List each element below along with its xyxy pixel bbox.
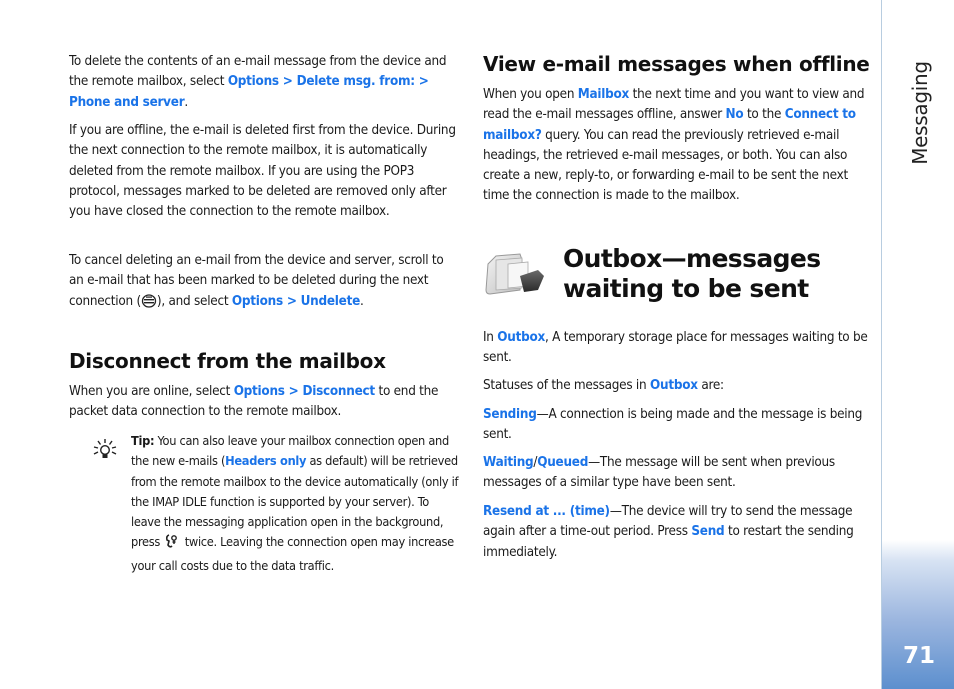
text: to the (743, 107, 785, 123)
outbox-description-paragraph: In Outbox, A temporary storage place for… (483, 328, 875, 369)
page-number: 71 (902, 643, 935, 669)
statuses-intro-paragraph: Statuses of the messages in Outbox are: (483, 376, 875, 396)
outbox-folder-icon (482, 250, 552, 300)
text: ), and select (156, 293, 232, 309)
offline-delete-paragraph: If you are offline, the e-mail is delete… (69, 123, 456, 220)
status-waiting: Waiting (483, 455, 534, 470)
menu-key-icon (163, 533, 181, 555)
heading-disconnect: Disconnect from the mailbox (69, 349, 386, 373)
outbox-link: Outbox (497, 330, 546, 345)
outbox-link: Outbox (650, 378, 698, 393)
text: When you open (483, 87, 578, 102)
status-waiting-paragraph: Waiting/Queued—The message will be sent … (483, 453, 875, 494)
tip-box: Tip: You can also leave your mailbox con… (131, 431, 461, 576)
text: When you are online, select (69, 384, 234, 399)
status-resend-at: Resend at ... (time) (483, 504, 610, 519)
lightbulb-tip-icon (90, 438, 120, 462)
chapter-title-text: Messaging (908, 61, 932, 165)
text: Statuses of the messages in (483, 378, 650, 393)
no-option: No (725, 107, 744, 123)
status-sending: Sending (483, 407, 537, 422)
menu-path-undelete: Options > Undelete (231, 293, 361, 309)
text: In (483, 330, 498, 345)
cancel-delete-paragraph: To cancel deleting an e-mail from the de… (69, 251, 461, 315)
delete-message-paragraph: To delete the contents of an e-mail mess… (69, 52, 461, 113)
status-resend-paragraph: Resend at ... (time)—The device will try… (483, 502, 875, 563)
menu-path-disconnect: Options > Disconnect (233, 384, 375, 399)
text: —A connection is being made and the mess… (483, 407, 863, 443)
tip-label: Tip: (131, 433, 155, 448)
headers-only-setting: Headers only (225, 453, 307, 469)
disconnect-paragraph: When you are online, select Options > Di… (69, 382, 461, 423)
status-queued: Queued (537, 455, 589, 470)
send-command: Send (691, 524, 725, 540)
offline-view-paragraph: When you open Mailbox the next time and … (483, 85, 875, 207)
status-sending-paragraph: Sending—A connection is being made and t… (483, 405, 875, 446)
heading-view-offline: View e-mail messages when offline (483, 52, 870, 76)
heading-outbox: Outbox—messages waiting to be sent (563, 244, 821, 303)
text: . (184, 94, 188, 110)
chapter-title: Messaging (905, 58, 935, 168)
marked-for-deletion-icon (141, 293, 157, 315)
text: . (360, 293, 364, 309)
text: are: (697, 378, 724, 393)
tip-text: Tip: You can also leave your mailbox con… (131, 431, 461, 576)
mailbox-link: Mailbox (577, 87, 630, 102)
